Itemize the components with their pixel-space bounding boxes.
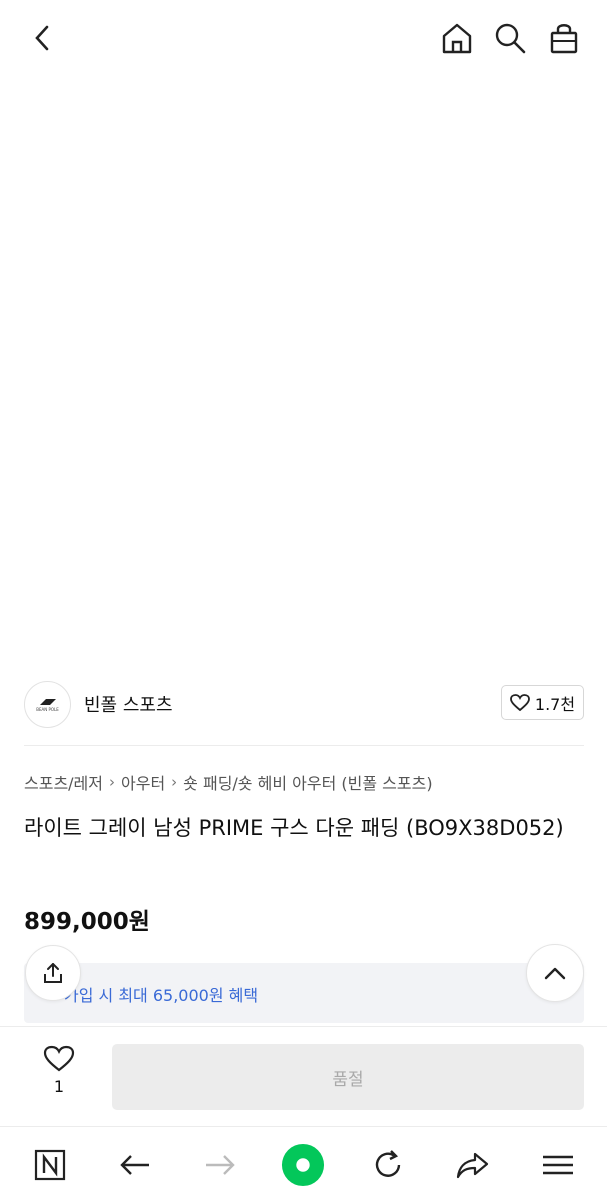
benefit-text: 가입 시 최대 65,000원 혜택	[64, 986, 259, 1005]
store-row[interactable]: BEAN POLE 빈폴 스포츠 1.7천	[0, 662, 607, 746]
store-like-button[interactable]: 1.7천	[501, 685, 584, 720]
refresh-icon	[375, 1150, 401, 1177]
image-counter-slash: /	[534, 611, 540, 631]
home-icon	[442, 23, 472, 54]
forward-arrow-icon	[206, 1155, 235, 1175]
browser-back-button[interactable]	[113, 1143, 157, 1187]
breadcrumb: 스포츠/레저 › 아우터 › 숏 패딩/숏 헤비 아우터 (빈폴 스포츠)	[24, 770, 433, 794]
shopping-bag-icon	[550, 24, 578, 54]
cart-button[interactable]	[544, 18, 584, 58]
soldout-button[interactable]: 품절	[112, 1044, 584, 1110]
search-button[interactable]	[490, 18, 530, 58]
benefit-banner[interactable]: 가입 시 최대 65,000원 혜택	[24, 963, 584, 1023]
search-icon	[495, 23, 526, 54]
divider	[24, 745, 584, 746]
image-counter[interactable]: 2 / 9	[507, 604, 583, 638]
green-dot-icon	[281, 1143, 325, 1187]
store-like-count: 1.7천	[534, 694, 576, 714]
store-name[interactable]: 빈폴 스포츠	[84, 691, 173, 717]
breadcrumb-separator-icon: ›	[109, 773, 115, 791]
wish-button[interactable]: 1	[34, 1045, 84, 1115]
back-arrow-icon	[120, 1155, 149, 1175]
breadcrumb-separator-icon: ›	[171, 773, 178, 791]
chevron-right-icon	[564, 615, 573, 627]
share-page-button[interactable]	[451, 1143, 495, 1187]
product-gallery[interactable]: 2 / 9	[0, 0, 607, 662]
beanpole-logo-icon	[39, 699, 56, 705]
menu-icon	[543, 1155, 573, 1175]
product-title: 라이트 그레이 남성 PRIME 구스 다운 패딩 (BO9X38D052)	[24, 816, 564, 840]
store-logo[interactable]: BEAN POLE	[24, 681, 71, 728]
refresh-button[interactable]	[366, 1143, 410, 1187]
back-button[interactable]	[22, 18, 62, 58]
naver-n-icon	[34, 1149, 66, 1181]
browser-toolbar	[0, 1126, 607, 1200]
share-icon	[44, 963, 62, 983]
browser-forward-button[interactable]	[198, 1143, 242, 1187]
home-button[interactable]	[437, 18, 477, 58]
heart-icon	[43, 1045, 75, 1072]
image-counter-total: 9	[545, 611, 557, 631]
image-counter-current: 2	[517, 611, 529, 631]
share-button[interactable]	[25, 945, 81, 1001]
scroll-top-button[interactable]	[526, 944, 584, 1002]
wish-count: 1	[53, 1077, 65, 1096]
top-header	[0, 0, 607, 76]
breadcrumb-item[interactable]: 아우터	[121, 770, 165, 794]
heart-icon	[510, 693, 530, 711]
breadcrumb-item[interactable]: 숏 패딩/숏 헤비 아우터 (빈폴 스포츠)	[183, 770, 432, 794]
breadcrumb-item[interactable]: 스포츠/레저	[24, 770, 103, 794]
chevron-up-icon	[544, 967, 566, 980]
chevron-left-icon	[35, 25, 49, 51]
product-image[interactable]	[74, 76, 534, 602]
store-logo-text: BEAN POLE	[36, 707, 59, 712]
share-arrow-icon	[456, 1152, 489, 1179]
green-dot-button[interactable]	[281, 1143, 325, 1187]
bottom-action-bar: 1 품절	[0, 1026, 607, 1126]
product-price: 899,000원	[24, 909, 150, 935]
naver-home-button[interactable]	[28, 1143, 72, 1187]
menu-button[interactable]	[536, 1143, 580, 1187]
parka-illustration	[129, 79, 479, 539]
